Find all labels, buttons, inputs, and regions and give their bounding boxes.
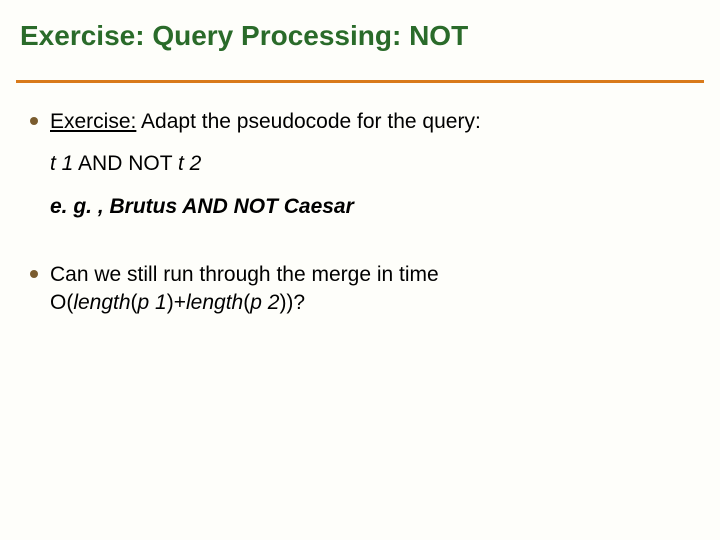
b2-p1a: ( [131,291,138,314]
bullet-1-rest: Adapt the pseudocode for the query: [136,110,480,133]
bullet-2-text: Can we still run through the merge in ti… [50,261,439,318]
bullet-dot-icon [30,117,38,125]
bullet-1: Exercise: Adapt the pseudocode for the q… [30,108,690,136]
bullet-2: Can we still run through the merge in ti… [30,261,690,318]
b2-o: O( [50,291,73,314]
term-t1: t 1 [50,152,73,175]
slide: Exercise: Query Processing: NOT Exercise… [0,0,720,540]
spacer [30,231,690,261]
b2-p2: p 2 [250,291,279,314]
term-t2: t 2 [178,152,201,175]
b2-tail: ))? [279,291,305,314]
b2-mid: )+ [167,291,186,314]
slide-body: Exercise: Adapt the pseudocode for the q… [30,108,690,328]
and-not-1: AND NOT [73,152,178,175]
b2-length1: length [73,291,130,314]
eg-rest: Brutus AND NOT Caesar [110,195,354,218]
bullet-1-text: Exercise: Adapt the pseudocode for the q… [50,108,481,136]
eg-label: e. g. , [50,195,110,218]
b2-length2: length [186,291,243,314]
b2-p1: p 1 [138,291,167,314]
b2-line1: Can we still run through the merge in ti… [50,263,439,286]
title-rule [16,80,704,83]
exercise-label: Exercise: [50,110,136,133]
query-line: t 1 AND NOT t 2 [50,150,690,178]
slide-title: Exercise: Query Processing: NOT [20,20,468,52]
example-line: e. g. , Brutus AND NOT Caesar [50,193,690,221]
bullet-dot-icon [30,270,38,278]
